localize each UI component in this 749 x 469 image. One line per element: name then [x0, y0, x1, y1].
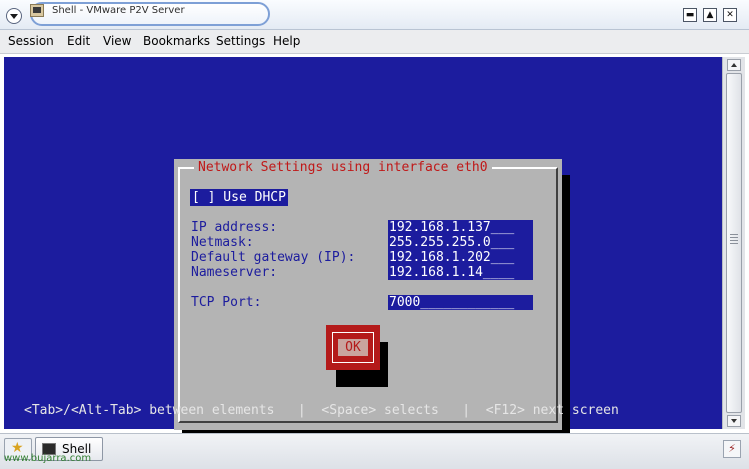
scroll-down-arrow-icon[interactable]	[727, 415, 741, 427]
menu-help[interactable]: Help	[273, 34, 300, 48]
menu-bar: Session Edit View Bookmarks Settings Hel…	[0, 30, 749, 54]
close-button[interactable]: ✕	[723, 8, 737, 22]
ok-button-focus-ring: OK	[332, 332, 374, 363]
watermark: www.bujarra.com	[4, 453, 92, 464]
menu-edit[interactable]: Edit	[67, 34, 90, 48]
tcp-port-field[interactable]: 7000____________	[388, 295, 533, 310]
ip-address-label: IP address:	[191, 220, 278, 235]
menu-settings[interactable]: Settings	[216, 34, 265, 48]
title-bar: Shell - VMware P2V Server ▬ ▲ ✕	[0, 0, 749, 30]
vertical-scrollbar[interactable]	[722, 57, 745, 429]
scroll-up-arrow-icon[interactable]	[727, 59, 741, 71]
ok-button-frame[interactable]: OK	[326, 325, 380, 370]
minimize-button[interactable]: ▬	[683, 8, 697, 22]
network-settings-dialog: Network Settings using interface eth0 [ …	[174, 159, 562, 430]
taskbar: Shell www.bujarra.com ⚡	[0, 433, 749, 469]
terminal-app-icon	[30, 4, 44, 17]
keyboard-hint-line: <Tab>/<Alt-Tab> between elements | <Spac…	[24, 403, 619, 418]
tray-icon[interactable]: ⚡	[723, 440, 741, 458]
tcp-port-label: TCP Port:	[191, 295, 262, 310]
menu-session[interactable]: Session	[8, 34, 54, 48]
scrollbar-thumb[interactable]	[726, 73, 742, 413]
scrollbar-grip-icon	[730, 234, 738, 246]
netmask-field[interactable]: 255.255.255.0___	[388, 235, 533, 250]
ip-address-field[interactable]: 192.168.1.137___	[388, 220, 533, 235]
dialog-title: Network Settings using interface eth0	[194, 159, 492, 177]
ok-button[interactable]: OK	[338, 339, 368, 356]
window-menu-button[interactable]	[6, 8, 22, 24]
nameserver-field[interactable]: 192.168.1.14____	[388, 265, 533, 280]
default-gateway-label: Default gateway (IP):	[191, 250, 356, 265]
menu-view[interactable]: View	[103, 34, 131, 48]
window-title: Shell - VMware P2V Server	[52, 5, 185, 16]
maximize-button[interactable]: ▲	[703, 8, 717, 22]
use-dhcp-checkbox[interactable]: [ ] Use DHCP	[190, 189, 288, 206]
menu-bookmarks[interactable]: Bookmarks	[143, 34, 210, 48]
nameserver-label: Nameserver:	[191, 265, 278, 280]
terminal-area[interactable]: Network Settings using interface eth0 [ …	[4, 57, 722, 446]
netmask-label: Netmask:	[191, 235, 254, 250]
default-gateway-field[interactable]: 192.168.1.202___	[388, 250, 533, 265]
